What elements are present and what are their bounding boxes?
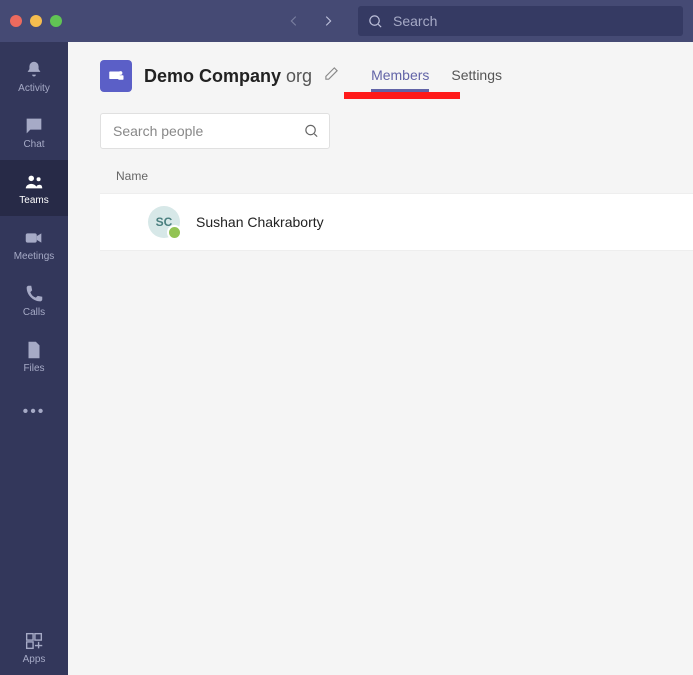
apps-icon — [23, 630, 45, 652]
rail-label: Activity — [18, 83, 50, 94]
column-header-name: Name — [68, 159, 693, 193]
rail-teams[interactable]: Teams — [0, 160, 68, 216]
chevron-left-icon — [287, 14, 301, 28]
more-icon: ••• — [23, 403, 46, 421]
close-window-button[interactable] — [10, 15, 22, 27]
rail-activity[interactable]: Activity — [0, 48, 68, 104]
chat-icon — [23, 115, 45, 137]
app-rail: Activity Chat Teams Meetings Calls Files… — [0, 42, 68, 675]
rail-meetings[interactable]: Meetings — [0, 216, 68, 272]
rail-label: Chat — [23, 139, 44, 150]
annotation-highlight — [344, 92, 460, 99]
nav-back-button[interactable] — [280, 7, 308, 35]
video-icon — [23, 227, 45, 249]
org-tabs: Members Settings — [371, 61, 502, 92]
org-title: Demo Company org — [144, 66, 312, 87]
rail-label: Apps — [23, 654, 46, 665]
minimize-window-button[interactable] — [30, 15, 42, 27]
org-badge-icon — [107, 67, 125, 85]
org-icon — [100, 60, 132, 92]
content-area: Demo Company org Members Settings Name S… — [68, 42, 693, 675]
bell-icon — [23, 59, 45, 81]
nav-forward-button[interactable] — [314, 7, 342, 35]
tab-settings[interactable]: Settings — [451, 61, 502, 92]
rail-apps[interactable]: Apps — [0, 619, 68, 675]
rail-chat[interactable]: Chat — [0, 104, 68, 160]
nav-history — [280, 7, 342, 35]
tab-label: Members — [371, 67, 429, 83]
member-row[interactable]: SC Sushan Chakraborty — [100, 193, 693, 251]
search-people-input[interactable] — [111, 122, 296, 140]
phone-icon — [23, 283, 45, 305]
tab-members[interactable]: Members — [371, 61, 429, 92]
avatar: SC — [148, 206, 180, 238]
tab-label: Settings — [451, 67, 502, 83]
rail-more[interactable]: ••• — [0, 384, 68, 440]
file-icon — [23, 339, 45, 361]
global-search-input[interactable] — [391, 12, 673, 30]
rail-label: Meetings — [14, 251, 55, 262]
chevron-right-icon — [321, 14, 335, 28]
rail-label: Files — [23, 363, 44, 374]
global-search[interactable] — [358, 6, 683, 36]
rail-label: Teams — [19, 195, 48, 206]
titlebar — [0, 0, 693, 42]
pencil-icon — [324, 66, 339, 81]
search-people[interactable] — [100, 113, 330, 149]
member-name: Sushan Chakraborty — [196, 214, 324, 230]
maximize-window-button[interactable] — [50, 15, 62, 27]
rail-files[interactable]: Files — [0, 328, 68, 384]
rail-label: Calls — [23, 307, 45, 318]
teams-icon — [23, 171, 45, 193]
org-header: Demo Company org Members Settings — [68, 42, 693, 92]
org-suffix: org — [281, 66, 312, 86]
presence-available-icon — [167, 225, 182, 240]
search-icon — [368, 14, 383, 29]
search-icon — [304, 123, 319, 139]
rail-calls[interactable]: Calls — [0, 272, 68, 328]
edit-org-button[interactable] — [324, 66, 339, 86]
org-name: Demo Company — [144, 66, 281, 86]
window-controls — [10, 15, 62, 27]
